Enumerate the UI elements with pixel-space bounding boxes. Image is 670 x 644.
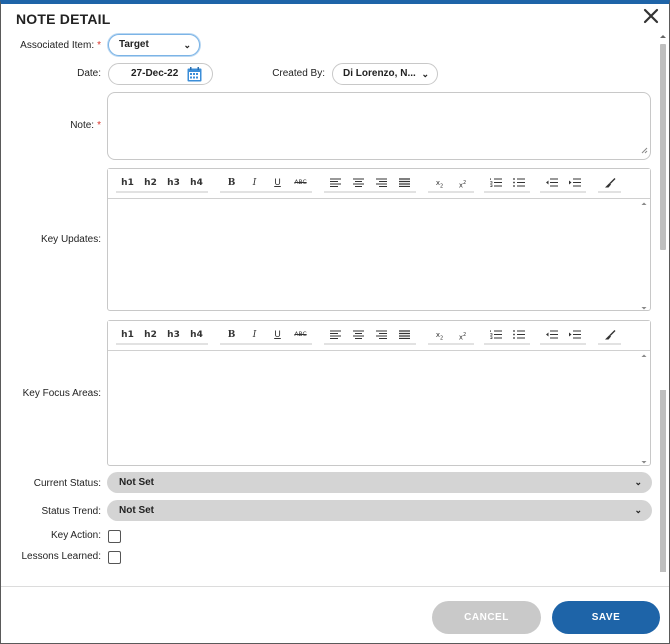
align-center-icon[interactable] — [347, 175, 370, 191]
date-label: Date: — [77, 68, 101, 79]
current-status-label: Current Status: — [33, 478, 101, 489]
bold-button[interactable]: B — [220, 327, 243, 343]
key-updates-label: Key Updates: — [40, 234, 101, 245]
close-icon[interactable] — [642, 7, 660, 25]
ordered-list-icon[interactable] — [484, 327, 507, 343]
cancel-button[interactable]: CANCEL — [432, 601, 541, 634]
chevron-down-icon: ⌄ — [421, 69, 429, 79]
key-focus-areas-toolbar: h1 h2 h3 h4 B I U ABC x2 x2 — [108, 321, 650, 351]
h1-button[interactable]: h1 — [116, 327, 139, 343]
align-left-icon[interactable] — [324, 327, 347, 343]
bold-button[interactable]: B — [220, 175, 243, 191]
italic-button[interactable]: I — [243, 175, 266, 191]
save-button[interactable]: SAVE — [552, 601, 660, 634]
associated-item-label: Associated Item: * — [20, 40, 101, 51]
key-updates-toolbar: h1 h2 h3 h4 B I U ABC x2 x2 — [108, 169, 650, 199]
underline-button[interactable]: U — [266, 175, 289, 191]
align-right-icon[interactable] — [370, 175, 393, 191]
indent-icon[interactable] — [563, 327, 586, 343]
created-by-select[interactable]: Di Lorenzo, N... ⌄ — [332, 63, 438, 85]
status-trend-select[interactable]: Not Set ⌄ — [107, 500, 652, 521]
bullet-list-icon[interactable] — [507, 175, 530, 191]
scrollbar-thumb[interactable] — [660, 44, 666, 250]
note-detail-dialog: NOTE DETAIL Associated Item: * Target ⌄ D… — [0, 0, 670, 644]
editor-scrollbar[interactable] — [640, 353, 648, 464]
editor-scrollbar[interactable] — [640, 201, 648, 310]
chevron-down-icon: ⌄ — [634, 477, 642, 487]
align-left-icon[interactable] — [324, 175, 347, 191]
current-status-select[interactable]: Not Set ⌄ — [107, 472, 652, 493]
calendar-icon[interactable] — [187, 67, 202, 84]
align-center-icon[interactable] — [347, 327, 370, 343]
clear-format-icon[interactable] — [598, 175, 621, 191]
superscript-button[interactable]: x2 — [451, 175, 474, 191]
italic-button[interactable]: I — [243, 327, 266, 343]
key-updates-editor[interactable]: h1 h2 h3 h4 B I U ABC x2 x2 — [107, 168, 651, 311]
strikethrough-button[interactable]: ABC — [289, 175, 312, 191]
ordered-list-icon[interactable] — [484, 175, 507, 191]
dialog-footer: CANCEL SAVE — [1, 586, 669, 643]
h3-button[interactable]: h3 — [162, 175, 185, 191]
subscript-button[interactable]: x2 — [428, 327, 451, 343]
note-label: Note: * — [70, 120, 101, 131]
scrollbar-track — [660, 390, 666, 572]
key-action-label: Key Action: — [50, 530, 101, 541]
lessons-learned-checkbox[interactable] — [108, 551, 121, 564]
h4-button[interactable]: h4 — [185, 327, 208, 343]
h1-button[interactable]: h1 — [116, 175, 139, 191]
chevron-down-icon: ⌄ — [634, 505, 642, 515]
indent-icon[interactable] — [563, 175, 586, 191]
key-focus-areas-label: Key Focus Areas: — [22, 388, 101, 399]
outdent-icon[interactable] — [540, 175, 563, 191]
associated-item-select[interactable]: Target ⌄ — [108, 34, 200, 56]
superscript-button[interactable]: x2 — [451, 327, 474, 343]
align-justify-icon[interactable] — [393, 175, 416, 191]
outdent-icon[interactable] — [540, 327, 563, 343]
h2-button[interactable]: h2 — [139, 327, 162, 343]
lessons-learned-label: Lessons Learned: — [21, 551, 101, 562]
key-focus-areas-editor[interactable]: h1 h2 h3 h4 B I U ABC x2 x2 — [107, 320, 651, 466]
underline-button[interactable]: U — [266, 327, 289, 343]
dialog-title: NOTE DETAIL — [16, 11, 111, 27]
clear-format-icon[interactable] — [598, 327, 621, 343]
h2-button[interactable]: h2 — [139, 175, 162, 191]
bullet-list-icon[interactable] — [507, 327, 530, 343]
dialog-scrollbar[interactable] — [658, 32, 668, 572]
strikethrough-button[interactable]: ABC — [289, 327, 312, 343]
align-right-icon[interactable] — [370, 327, 393, 343]
h3-button[interactable]: h3 — [162, 327, 185, 343]
h4-button[interactable]: h4 — [185, 175, 208, 191]
created-by-label: Created By: — [272, 68, 325, 79]
note-textarea[interactable] — [107, 92, 651, 160]
status-trend-label: Status Trend: — [41, 506, 101, 517]
subscript-button[interactable]: x2 — [428, 175, 451, 191]
align-justify-icon[interactable] — [393, 327, 416, 343]
chevron-down-icon: ⌄ — [183, 40, 191, 50]
resize-handle-icon[interactable] — [640, 146, 648, 157]
date-input[interactable]: 27-Dec-22 — [108, 63, 213, 85]
key-action-checkbox[interactable] — [108, 530, 121, 543]
